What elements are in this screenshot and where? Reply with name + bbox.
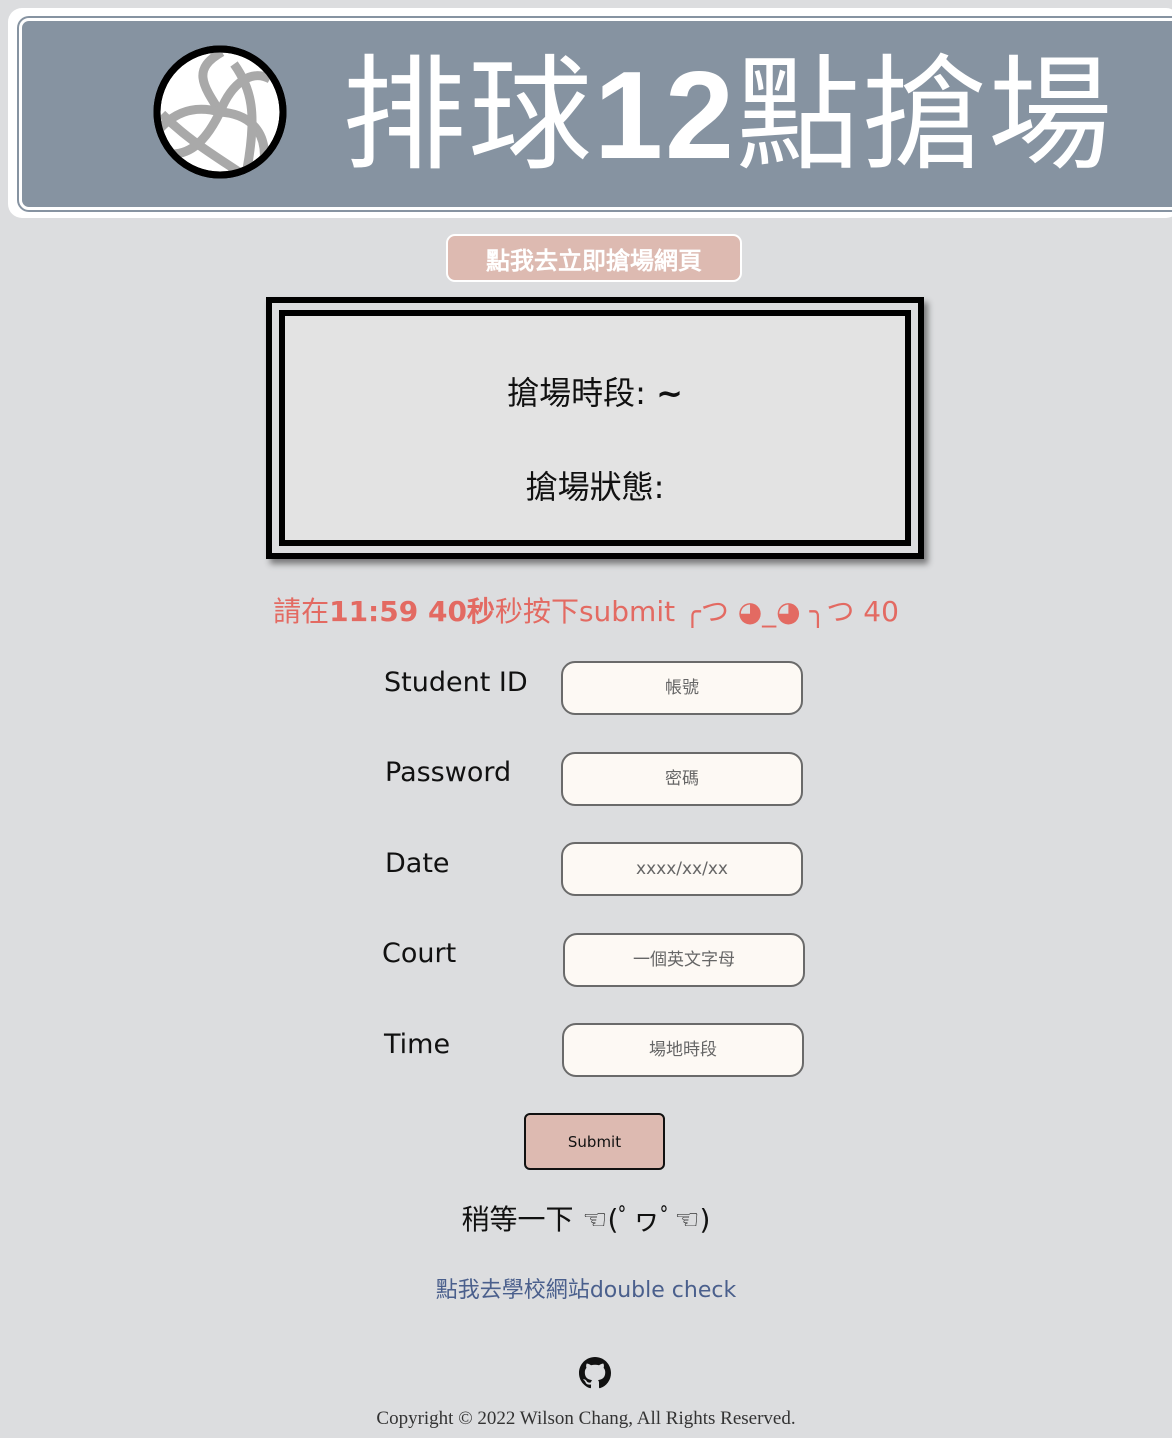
- instruction-prefix: 請在: [273, 595, 330, 628]
- court-input[interactable]: [563, 933, 805, 987]
- time-input[interactable]: [562, 1023, 804, 1077]
- copyright-text: Copyright © 2022 Wilson Chang, All Right…: [376, 1408, 796, 1429]
- reservation-slot: 搶場時段: ~: [285, 368, 905, 414]
- title-suffix: 點搶場: [735, 47, 1114, 185]
- slot-value: ~: [656, 374, 683, 412]
- reservation-info-inner: 搶場時段: ~ 搶場狀態:: [279, 310, 911, 546]
- submit-button[interactable]: Submit: [524, 1113, 665, 1170]
- reserve-page-button[interactable]: 點我去立即搶場網頁: [446, 234, 742, 282]
- page-title: 排球12點搶場: [342, 41, 1114, 191]
- instruction-middle: 秒按下: [494, 595, 579, 628]
- header-banner: 排球12點搶場: [19, 18, 1172, 210]
- wait-message: 稍等一下 ☜(ﾟヮﾟ☜): [461, 1203, 711, 1236]
- school-site-link-suffix: double check: [589, 1278, 737, 1303]
- date-label: Date: [385, 848, 450, 879]
- school-site-link[interactable]: 點我去學校網站double check: [0, 1272, 1172, 1304]
- instruction-action: submit: [578, 595, 676, 628]
- instruction-time: 11:59 40秒: [329, 595, 495, 628]
- instruction-face: ╭つ ◕_◕ ╮つ 40: [675, 595, 899, 628]
- github-icon[interactable]: [579, 1357, 611, 1389]
- password-input[interactable]: [561, 752, 803, 806]
- title-prefix: 排球: [342, 47, 595, 185]
- password-label: Password: [385, 757, 512, 788]
- status-label: 搶場狀態:: [525, 468, 665, 506]
- slot-label: 搶場時段:: [507, 374, 646, 412]
- reservation-info-box: 搶場時段: ~ 搶場狀態:: [266, 297, 924, 559]
- reservation-status: 搶場狀態:: [285, 462, 905, 508]
- volleyball-icon: [153, 45, 287, 179]
- student-id-input[interactable]: [561, 661, 803, 715]
- time-label: Time: [384, 1029, 451, 1060]
- header-frame: 排球12點搶場: [8, 8, 1172, 218]
- date-input[interactable]: [561, 842, 803, 896]
- student-id-label: Student ID: [384, 667, 528, 698]
- title-number: 12: [594, 47, 736, 185]
- submit-instruction: 請在11:59 40秒秒按下submit ╭つ ◕_◕ ╮つ 40: [0, 590, 1172, 630]
- school-site-link-prefix: 點我去學校網站: [435, 1278, 590, 1303]
- court-label: Court: [382, 938, 457, 969]
